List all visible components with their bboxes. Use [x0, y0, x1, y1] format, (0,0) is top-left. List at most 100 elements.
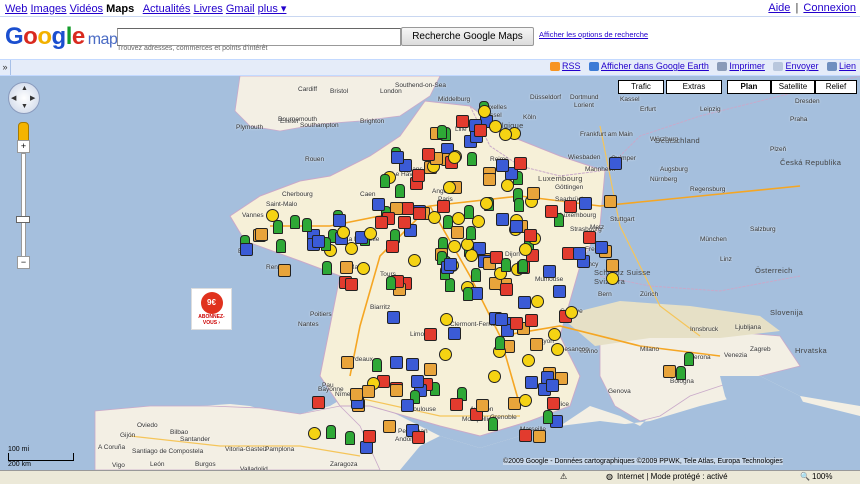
- pan-right-icon[interactable]: ▶: [30, 94, 35, 102]
- collapse-panel-button[interactable]: »: [0, 60, 11, 75]
- poi-marker-icon[interactable]: [450, 398, 463, 411]
- poi-marker-icon[interactable]: [383, 420, 396, 433]
- poi-marker-icon[interactable]: [408, 254, 421, 267]
- poi-marker-icon[interactable]: [387, 311, 400, 324]
- poi-marker-icon[interactable]: [573, 247, 586, 260]
- poi-marker-icon[interactable]: [496, 213, 509, 226]
- print-link[interactable]: Imprimer: [729, 61, 765, 71]
- map-type-extras[interactable]: Extras: [666, 80, 722, 94]
- poi-marker-icon[interactable]: [495, 336, 505, 350]
- login-link[interactable]: Connexion: [803, 2, 856, 14]
- pan-up-icon[interactable]: ▲: [21, 85, 28, 92]
- send-link[interactable]: Envoyer: [785, 61, 818, 71]
- poi-marker-icon[interactable]: [340, 261, 353, 274]
- poi-marker-icon[interactable]: [312, 396, 325, 409]
- poi-marker-icon[interactable]: [545, 205, 558, 218]
- poi-marker-icon[interactable]: [525, 314, 538, 327]
- zoom-slider-track[interactable]: [21, 153, 26, 263]
- nav-web[interactable]: Web: [5, 3, 27, 15]
- rss-link[interactable]: RSS: [562, 61, 581, 71]
- rss-tool[interactable]: RSS: [549, 61, 581, 72]
- poi-marker-icon[interactable]: [595, 241, 608, 254]
- poi-marker-icon[interactable]: [463, 287, 473, 301]
- google-maps-logo[interactable]: Google maps: [5, 23, 125, 51]
- poi-marker-icon[interactable]: [684, 352, 694, 366]
- poi-marker-icon[interactable]: [663, 365, 676, 378]
- poi-marker-icon[interactable]: [443, 181, 456, 194]
- poi-marker-icon[interactable]: [553, 285, 566, 298]
- poi-marker-icon[interactable]: [514, 157, 527, 170]
- poi-marker-icon[interactable]: [308, 427, 321, 440]
- poi-marker-icon[interactable]: [390, 384, 403, 397]
- poi-marker-icon[interactable]: [412, 169, 425, 182]
- poi-marker-icon[interactable]: [357, 262, 370, 275]
- earth-link[interactable]: Afficher dans Google Earth: [601, 61, 709, 71]
- search-input[interactable]: [117, 28, 401, 46]
- poi-marker-icon[interactable]: [565, 306, 578, 319]
- nav-actualites[interactable]: Actualités: [143, 3, 191, 15]
- zoom-out-button[interactable]: −: [17, 256, 30, 269]
- search-button[interactable]: Recherche Google Maps: [401, 27, 534, 46]
- poi-marker-icon[interactable]: [510, 220, 523, 233]
- subscription-ad[interactable]: 9€ ABONNEZ-VOUS ›: [191, 288, 232, 330]
- help-link[interactable]: Aide: [768, 2, 790, 14]
- poi-marker-icon[interactable]: [478, 105, 491, 118]
- poi-marker-icon[interactable]: [440, 313, 453, 326]
- poi-marker-icon[interactable]: [543, 265, 556, 278]
- poi-marker-icon[interactable]: [437, 125, 447, 139]
- nav-livres[interactable]: Livres: [193, 3, 222, 15]
- poi-marker-icon[interactable]: [364, 227, 377, 240]
- poi-marker-icon[interactable]: [401, 399, 414, 412]
- poi-marker-icon[interactable]: [411, 375, 424, 388]
- poi-marker-icon[interactable]: [676, 366, 686, 380]
- poi-marker-icon[interactable]: [372, 198, 385, 211]
- poi-marker-icon[interactable]: [413, 207, 426, 220]
- poi-marker-icon[interactable]: [564, 200, 577, 213]
- map-type-satellite[interactable]: Satellite: [771, 80, 815, 94]
- poi-marker-icon[interactable]: [530, 338, 543, 351]
- poi-marker-icon[interactable]: [606, 272, 619, 285]
- poi-marker-icon[interactable]: [496, 159, 509, 172]
- poi-marker-icon[interactable]: [488, 417, 498, 431]
- poi-marker-icon[interactable]: [547, 397, 560, 410]
- zoom-icon[interactable]: 🔍: [800, 472, 810, 481]
- poi-marker-icon[interactable]: [543, 410, 553, 424]
- poi-marker-icon[interactable]: [341, 356, 354, 369]
- zoom-in-button[interactable]: +: [17, 140, 30, 153]
- poi-marker-icon[interactable]: [524, 229, 537, 242]
- poi-marker-icon[interactable]: [448, 240, 461, 253]
- poi-marker-icon[interactable]: [398, 216, 411, 229]
- poi-marker-icon[interactable]: [546, 379, 559, 392]
- poi-marker-icon[interactable]: [395, 184, 405, 198]
- map-type-relief[interactable]: Relief: [815, 80, 857, 94]
- poi-marker-icon[interactable]: [406, 358, 419, 371]
- poi-marker-icon[interactable]: [495, 313, 508, 326]
- poi-marker-icon[interactable]: [522, 354, 535, 367]
- poi-marker-icon[interactable]: [372, 358, 382, 372]
- poi-marker-icon[interactable]: [290, 215, 300, 229]
- poi-marker-icon[interactable]: [412, 431, 425, 444]
- search-options-link[interactable]: Afficher les options de recherche: [539, 30, 648, 39]
- poi-marker-icon[interactable]: [499, 128, 512, 141]
- poi-marker-icon[interactable]: [362, 385, 375, 398]
- poi-marker-icon[interactable]: [606, 259, 619, 272]
- poi-marker-icon[interactable]: [391, 151, 404, 164]
- poi-marker-icon[interactable]: [519, 429, 532, 442]
- poi-marker-icon[interactable]: [437, 200, 450, 213]
- poi-marker-icon[interactable]: [471, 268, 481, 282]
- pan-left-icon[interactable]: ◀: [11, 94, 16, 102]
- poi-marker-icon[interactable]: [476, 399, 489, 412]
- poi-marker-icon[interactable]: [302, 218, 312, 232]
- link-link[interactable]: Lien: [839, 61, 856, 71]
- pan-control[interactable]: ▲ ▼ ◀ ▶: [8, 82, 40, 114]
- poi-marker-icon[interactable]: [533, 430, 546, 443]
- poi-marker-icon[interactable]: [488, 370, 501, 383]
- poi-marker-icon[interactable]: [240, 243, 253, 256]
- poi-marker-icon[interactable]: [390, 356, 403, 369]
- poi-marker-icon[interactable]: [525, 376, 538, 389]
- poi-marker-icon[interactable]: [424, 328, 437, 341]
- poi-marker-icon[interactable]: [451, 226, 464, 239]
- poi-marker-icon[interactable]: [276, 239, 286, 253]
- nav-videos[interactable]: Vidéos: [70, 3, 103, 15]
- link-tool[interactable]: Lien: [826, 61, 856, 72]
